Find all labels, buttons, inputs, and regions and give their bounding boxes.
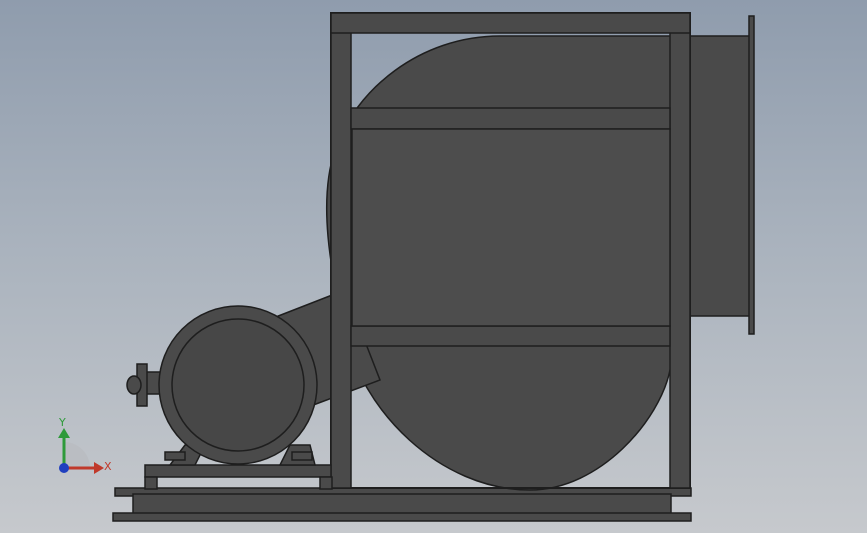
x-axis-label: X: [104, 460, 112, 473]
triad-arc: [64, 442, 90, 468]
z-axis-dot: [59, 463, 69, 473]
y-axis-label: Y: [58, 416, 66, 429]
y-axis-arrow: [58, 428, 70, 438]
graphics-viewport[interactable]: Y X: [0, 0, 867, 533]
x-axis-arrow: [94, 462, 104, 474]
orientation-triad: Y X: [58, 416, 112, 474]
